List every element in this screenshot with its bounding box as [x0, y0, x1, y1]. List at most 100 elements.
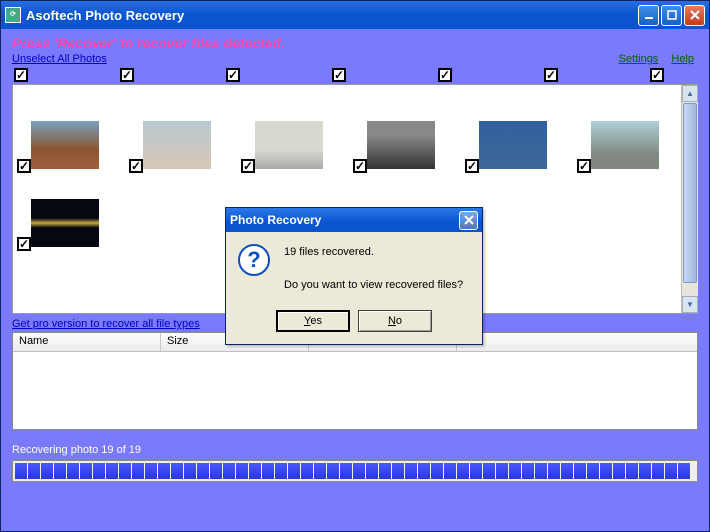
progress-segment: [28, 463, 40, 479]
photo-image: [31, 199, 99, 247]
photo-thumbnail[interactable]: ✓: [31, 199, 101, 247]
dialog-message-1: 19 files recovered.: [284, 244, 463, 261]
question-icon: ?: [238, 244, 270, 276]
photo-checkbox[interactable]: ✓: [17, 159, 31, 173]
progress-segment: [405, 463, 417, 479]
photo-checkbox[interactable]: ✓: [465, 159, 479, 173]
progress-segment: [301, 463, 313, 479]
photo-checkbox[interactable]: ✓: [353, 159, 367, 173]
photo-image: [591, 121, 659, 169]
progress-segment: [678, 463, 690, 479]
photo-thumbnail[interactable]: ✓: [255, 121, 325, 169]
progress-segment: [470, 463, 482, 479]
no-button[interactable]: No: [358, 310, 432, 332]
progress-segment: [158, 463, 170, 479]
maximize-button[interactable]: [661, 5, 682, 26]
photo-checkbox[interactable]: ✓: [17, 237, 31, 251]
scroll-up-arrow[interactable]: ▲: [682, 85, 698, 102]
photo-checkbox[interactable]: ✓: [120, 68, 134, 82]
confirmation-dialog: Photo Recovery ? 19 files recovered. Do …: [225, 207, 483, 345]
dialog-message-2: Do you want to view recovered files?: [284, 277, 463, 294]
instruction-text: Press 'Recover' to recover files detecte…: [12, 35, 698, 51]
progress-segment: [496, 463, 508, 479]
progress-segment: [15, 463, 27, 479]
minimize-button[interactable]: [638, 5, 659, 26]
progress-segment: [184, 463, 196, 479]
photo-thumbnail[interactable]: ✓: [31, 121, 101, 169]
dialog-close-button[interactable]: [459, 211, 478, 230]
progress-bar: [12, 460, 698, 482]
app-title: Asoftech Photo Recovery: [26, 8, 638, 23]
progress-segment: [275, 463, 287, 479]
progress-segment: [93, 463, 105, 479]
scroll-down-arrow[interactable]: ▼: [682, 296, 698, 313]
progress-segment: [522, 463, 534, 479]
progress-segment: [626, 463, 638, 479]
photo-checkbox[interactable]: ✓: [129, 159, 143, 173]
progress-segment: [314, 463, 326, 479]
photo-checkbox[interactable]: ✓: [438, 68, 452, 82]
top-checkbox-row: ✓ ✓ ✓ ✓ ✓ ✓ ✓: [12, 68, 698, 82]
column-header-name[interactable]: Name: [13, 333, 161, 351]
photo-image: [31, 121, 99, 169]
progress-segment: [509, 463, 521, 479]
progress-segment: [535, 463, 547, 479]
photo-image: [255, 121, 323, 169]
progress-segment: [197, 463, 209, 479]
thumbnail-row: ✓ ✓ ✓ ✓ ✓ ✓: [21, 121, 673, 169]
titlebar: ⟳ Asoftech Photo Recovery: [1, 1, 709, 29]
progress-segment: [171, 463, 183, 479]
progress-segment: [457, 463, 469, 479]
progress-segment: [249, 463, 261, 479]
close-button[interactable]: [684, 5, 705, 26]
progress-segment: [327, 463, 339, 479]
progress-segment: [379, 463, 391, 479]
photo-checkbox[interactable]: ✓: [226, 68, 240, 82]
progress-segment: [639, 463, 651, 479]
photo-thumbnail[interactable]: ✓: [591, 121, 661, 169]
photo-checkbox[interactable]: ✓: [650, 68, 664, 82]
photo-checkbox[interactable]: ✓: [544, 68, 558, 82]
photo-checkbox[interactable]: ✓: [577, 159, 591, 173]
progress-segment: [106, 463, 118, 479]
progress-segment: [54, 463, 66, 479]
vertical-scrollbar[interactable]: ▲ ▼: [681, 85, 698, 313]
progress-segment: [210, 463, 222, 479]
app-window: ⟳ Asoftech Photo Recovery Press 'Recover…: [0, 0, 710, 532]
photo-thumbnail[interactable]: ✓: [479, 121, 549, 169]
scroll-thumb[interactable]: [683, 103, 697, 283]
progress-segment: [288, 463, 300, 479]
progress-segment: [613, 463, 625, 479]
photo-image: [143, 121, 211, 169]
progress-segment: [262, 463, 274, 479]
progress-segment: [548, 463, 560, 479]
help-link[interactable]: Help: [671, 53, 694, 65]
progress-segment: [431, 463, 443, 479]
progress-segment: [561, 463, 573, 479]
progress-segment: [665, 463, 677, 479]
yes-button[interactable]: Yes: [276, 310, 350, 332]
progress-segment: [236, 463, 248, 479]
photo-thumbnail[interactable]: ✓: [143, 121, 213, 169]
unselect-all-link[interactable]: Unselect All Photos: [12, 53, 107, 65]
dialog-title: Photo Recovery: [230, 213, 459, 227]
photo-checkbox[interactable]: ✓: [332, 68, 346, 82]
progress-segment: [67, 463, 79, 479]
pro-version-link[interactable]: Get pro version to recover all file type…: [12, 318, 200, 330]
progress-segment: [80, 463, 92, 479]
status-text: Recovering photo 19 of 19: [12, 444, 698, 456]
progress-segment: [444, 463, 456, 479]
photo-image: [367, 121, 435, 169]
photo-image: [479, 121, 547, 169]
settings-link[interactable]: Settings: [619, 53, 659, 65]
photo-checkbox[interactable]: ✓: [241, 159, 255, 173]
photo-thumbnail[interactable]: ✓: [367, 121, 437, 169]
progress-segment: [652, 463, 664, 479]
column-header-empty: [457, 333, 697, 351]
progress-segment: [223, 463, 235, 479]
progress-segment: [41, 463, 53, 479]
file-table: Name Size Extension: [12, 332, 698, 430]
progress-segment: [366, 463, 378, 479]
photo-checkbox[interactable]: ✓: [14, 68, 28, 82]
progress-segment: [340, 463, 352, 479]
